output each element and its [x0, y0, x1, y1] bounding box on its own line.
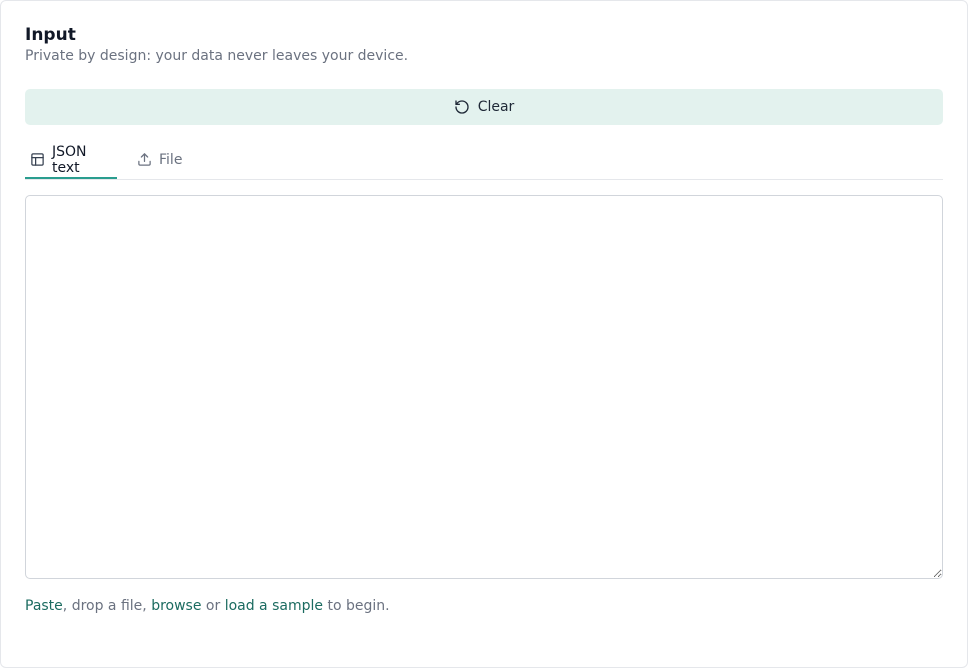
panel-title: Input	[25, 25, 76, 45]
clear-button-label: Clear	[477, 99, 515, 115]
hint-text-1: , drop a file,	[62, 598, 152, 614]
input-panel: Input Private by design: your data never…	[0, 0, 968, 668]
json-input-textarea[interactable]	[25, 195, 943, 579]
panel-subtitle: Private by design: your data never leave…	[25, 48, 409, 64]
upload-icon	[137, 152, 152, 167]
rotate-ccw-icon	[454, 99, 470, 115]
browse-link[interactable]: browse	[151, 598, 201, 614]
hint-text-3: to begin.	[323, 598, 390, 614]
hint-text-2: or	[201, 598, 225, 614]
table-icon	[30, 152, 45, 167]
tab-json-text[interactable]: JSON text	[25, 141, 117, 179]
tab-file[interactable]: File	[137, 141, 182, 178]
tab-json-text-label: JSON text	[52, 143, 87, 176]
helper-text: Paste, drop a file, browse or load a sam…	[25, 597, 390, 615]
clear-button[interactable]: Clear	[25, 89, 943, 125]
load-sample-link[interactable]: load a sample	[225, 598, 323, 614]
input-tabs: JSON text File	[25, 141, 943, 180]
paste-link[interactable]: Paste	[25, 598, 63, 614]
tab-file-label: File	[159, 151, 183, 168]
